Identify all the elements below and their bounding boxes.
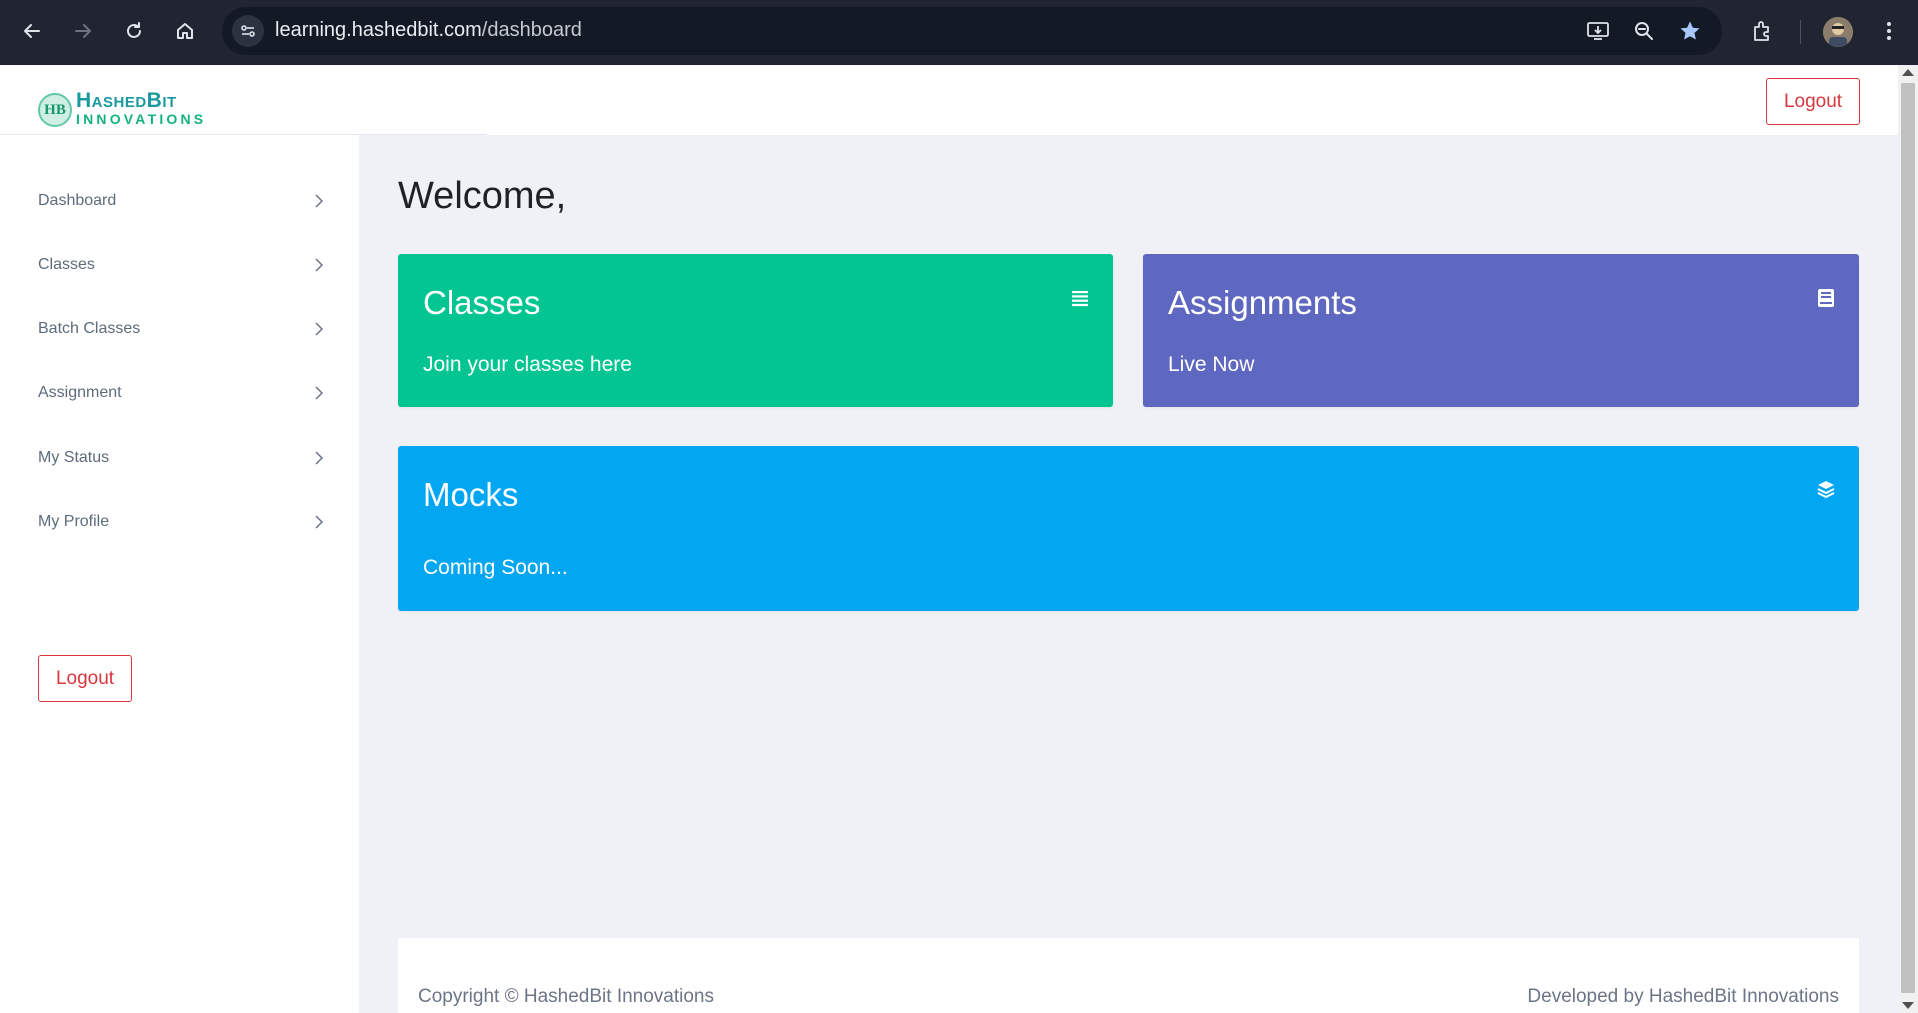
card-title: Assignments xyxy=(1168,284,1357,321)
reload-icon xyxy=(127,22,141,38)
top-header: HB HashedBit Innovations Logout xyxy=(0,65,1898,135)
sidebar-item-assignment[interactable]: Assignment xyxy=(38,373,328,413)
chevron-right-icon xyxy=(310,192,328,210)
layers-icon xyxy=(1815,479,1837,501)
browser-toolbar: learning.hashedbit.com/dashboard xyxy=(0,0,1918,65)
zoom-icon[interactable] xyxy=(1629,16,1659,46)
extensions-icon[interactable] xyxy=(1747,16,1777,46)
chevron-right-icon xyxy=(310,449,328,467)
logo[interactable]: HB HashedBit Innovations xyxy=(38,89,207,128)
logo-mark: HB xyxy=(38,93,72,127)
sidebar-item-label: Dashboard xyxy=(38,192,117,209)
url-path: /dashboard xyxy=(481,19,582,41)
bookmark-star-icon[interactable] xyxy=(1675,16,1705,46)
toolbar-separator xyxy=(1800,20,1801,44)
forward-arrow-icon xyxy=(75,24,91,38)
sidebar-item-label: Batch Classes xyxy=(38,320,141,337)
chevron-right-icon xyxy=(310,320,328,338)
sidebar-item-label: Assignment xyxy=(38,384,122,401)
card-title: Classes xyxy=(423,284,541,321)
list-icon xyxy=(1069,288,1091,310)
sidebar-item-my-status[interactable]: My Status xyxy=(38,438,328,478)
classes-card[interactable]: Classes Join your classes here xyxy=(398,254,1113,407)
welcome-heading: Welcome, xyxy=(398,175,567,217)
header-logout-button[interactable]: Logout xyxy=(1766,78,1860,125)
sidebar-item-label: My Profile xyxy=(38,513,110,530)
mocks-card[interactable]: Mocks Coming Soon... xyxy=(398,446,1859,611)
assignments-card[interactable]: Assignments Live Now xyxy=(1143,254,1859,407)
sidebar-item-label: Classes xyxy=(38,256,95,273)
sidebar-item-dashboard[interactable]: Dashboard xyxy=(38,181,328,221)
vertical-scrollbar[interactable] xyxy=(1898,65,1918,1013)
forward-button[interactable] xyxy=(68,16,98,46)
url-host: learning.hashedbit.com xyxy=(275,19,482,41)
card-subtitle: Coming Soon... xyxy=(423,556,568,579)
home-button[interactable] xyxy=(170,16,200,46)
footer: Copyright © HashedBit Innovations Develo… xyxy=(398,938,1859,1013)
book-icon xyxy=(1815,287,1837,309)
back-button[interactable] xyxy=(17,16,47,46)
url-text[interactable]: learning.hashedbit.com/dashboard xyxy=(275,19,582,42)
card-subtitle: Join your classes here xyxy=(423,353,632,376)
chevron-right-icon xyxy=(310,384,328,402)
scrollbar-thumb[interactable] xyxy=(1901,83,1915,993)
scroll-up-arrow-icon[interactable] xyxy=(1902,69,1914,76)
card-title: Mocks xyxy=(423,476,519,513)
sidebar-item-my-profile[interactable]: My Profile xyxy=(38,502,328,542)
scroll-down-arrow-icon[interactable] xyxy=(1902,1002,1914,1009)
footer-developed-by: Developed by HashedBit Innovations xyxy=(1527,986,1839,1007)
logo-text: HashedBit Innovations xyxy=(76,89,207,128)
install-app-icon[interactable] xyxy=(1583,16,1613,46)
site-settings-icon[interactable] xyxy=(232,15,264,47)
sidebar: Dashboard Classes Batch Classes Assignme… xyxy=(0,135,359,1013)
page: HB HashedBit Innovations Logout Dashboar… xyxy=(0,65,1898,1013)
footer-copyright: Copyright © HashedBit Innovations xyxy=(418,986,714,1007)
browser-menu-icon[interactable] xyxy=(1874,16,1904,46)
logo-line2: Innovations xyxy=(76,111,207,127)
back-arrow-icon xyxy=(24,24,40,38)
reload-button[interactable] xyxy=(119,16,149,46)
sidebar-item-classes[interactable]: Classes xyxy=(38,245,328,285)
sidebar-item-batch-classes[interactable]: Batch Classes xyxy=(38,309,328,349)
chevron-right-icon xyxy=(310,513,328,531)
sidebar-item-label: My Status xyxy=(38,449,110,466)
profile-avatar[interactable] xyxy=(1823,17,1853,47)
chevron-right-icon xyxy=(310,256,328,274)
card-subtitle: Live Now xyxy=(1168,353,1255,376)
sidebar-logout-button[interactable]: Logout xyxy=(38,655,132,702)
logo-line1: HashedBit xyxy=(76,89,177,112)
home-icon xyxy=(177,23,193,39)
